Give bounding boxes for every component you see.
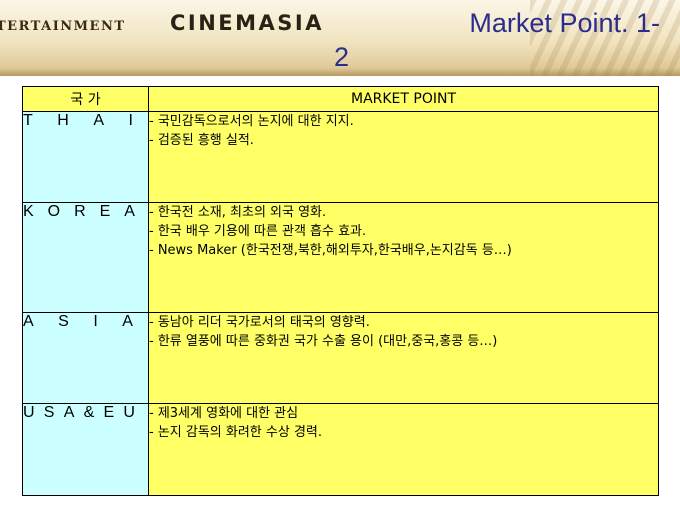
market-point-item: - 제3세계 영화에 대한 관심 — [149, 406, 299, 421]
market-point-item: - News Maker (한국전쟁,북한,해외투자,한국배우,논지감독 등…) — [149, 243, 512, 258]
header-country: 국 가 — [22, 86, 149, 112]
header-market-point: MARKET POINT — [148, 86, 659, 112]
market-point-item: - 동남아 리더 국가로서의 태국의 영향력. — [149, 315, 370, 330]
country-letter: S — [58, 313, 69, 330]
country-letter: & — [83, 404, 95, 421]
country-letter: U — [123, 404, 135, 421]
table-row: U S A & E U - 제3세계 영화에 대한 관심 - 논지 감독의 화려… — [22, 403, 659, 496]
header-banner: TERTAINMENT CINEMASIA Market Point. 1- 2 — [0, 0, 680, 76]
country-letter: A — [124, 203, 135, 220]
points-cell-asia: - 동남아 리더 국가로서의 태국의 영향력. - 한류 열풍에 따른 중화권 … — [148, 312, 659, 404]
country-letter: O — [47, 203, 61, 220]
country-cell-thai: T H A I — [22, 111, 149, 203]
points-cell-korea: - 한국전 소재, 최초의 외국 영화. - 한국 배우 기용에 따른 관객 흡… — [148, 202, 659, 313]
slide-title: Market Point. 1- 2 — [330, 6, 660, 74]
country-letter: A — [122, 313, 133, 330]
country-cell-korea: K O R E A — [22, 202, 149, 313]
table-row: T H A I - 국민감독으로서의 논지에 대한 지지. - 검증된 흥행 실… — [22, 111, 659, 203]
cinemasia-logo: CINEMASIA — [170, 11, 324, 35]
country-letter: S — [43, 404, 55, 421]
country-letter: T — [23, 112, 33, 129]
country-letter: A — [23, 313, 34, 330]
country-letter: U — [23, 404, 35, 421]
market-point-item: - 한국전 소재, 최초의 외국 영화. — [149, 205, 327, 220]
market-point-item: - 한국 배우 기용에 따른 관객 흡수 효과. — [149, 224, 367, 239]
slide-title-line1: Market Point. 1- — [469, 8, 660, 38]
market-point-item: - 논지 감독의 화려한 수상 경력. — [149, 425, 323, 440]
country-cell-asia: A S I A — [22, 312, 149, 404]
country-cell-usa-eu: U S A & E U — [22, 403, 149, 496]
points-cell-thai: - 국민감독으로서의 논지에 대한 지지. - 검증된 흥행 실적. — [148, 111, 659, 203]
country-letter: I — [93, 313, 98, 330]
country-letter: A — [63, 404, 75, 421]
slide-title-line2: 2 — [334, 42, 350, 72]
market-point-item: - 한류 열풍에 따른 중화권 국가 수출 용이 (대만,중국,홍콩 등…) — [149, 334, 498, 349]
country-letter: E — [99, 203, 111, 220]
country-letter: I — [128, 112, 133, 129]
points-cell-usa-eu: - 제3세계 영화에 대한 관심 - 논지 감독의 화려한 수상 경력. — [148, 403, 659, 496]
table-row: K O R E A - 한국전 소재, 최초의 외국 영화. - 한국 배우 기… — [22, 202, 659, 313]
country-letter: K — [23, 203, 34, 220]
table-row: A S I A - 동남아 리더 국가로서의 태국의 영향력. - 한류 열풍에… — [22, 312, 659, 404]
market-point-item: - 검증된 흥행 실적. — [149, 133, 254, 148]
market-point-table: 국 가 MARKET POINT T H A I - 국민감독으로서의 논지에 … — [22, 86, 659, 496]
country-letter: H — [57, 112, 69, 129]
table-header-row: 국 가 MARKET POINT — [22, 86, 659, 112]
country-letter: R — [74, 203, 86, 220]
brand-fragment: TERTAINMENT — [0, 19, 126, 34]
country-letter: A — [93, 112, 105, 129]
country-letter: E — [103, 404, 115, 421]
market-point-item: - 국민감독으로서의 논지에 대한 지지. — [149, 114, 354, 129]
